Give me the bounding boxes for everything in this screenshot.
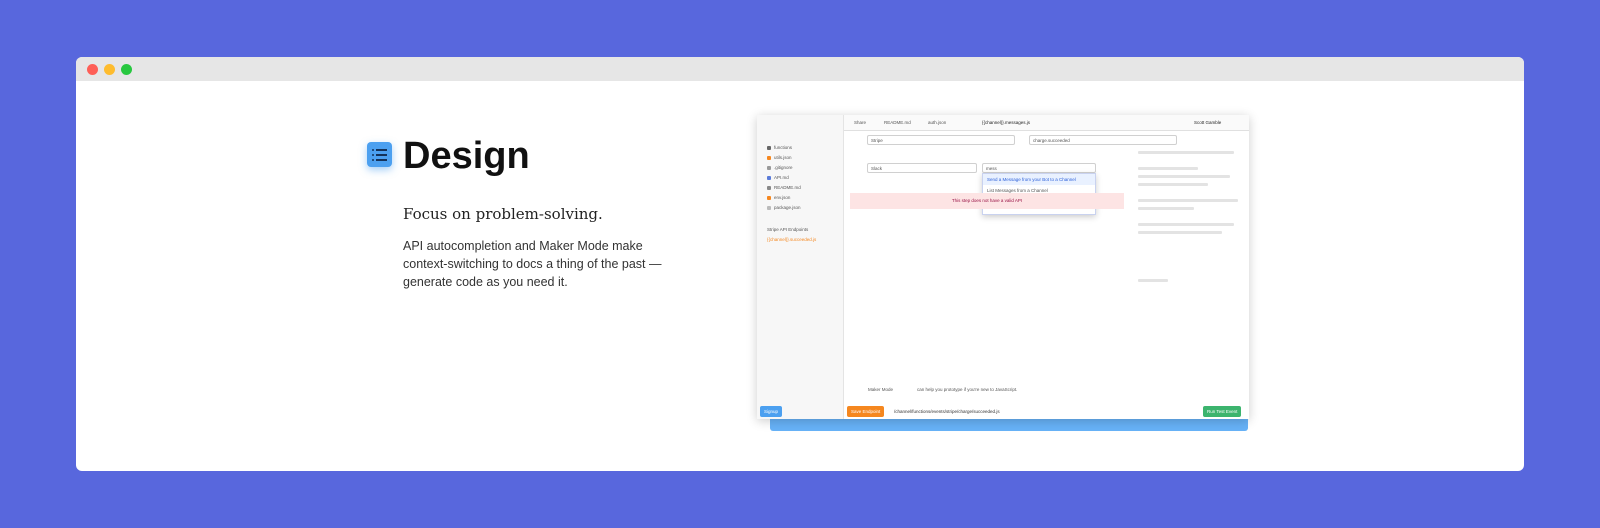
sidebar-section-label: Stripe API Endpoints xyxy=(767,227,809,232)
close-window-icon[interactable] xyxy=(87,63,98,75)
code-line xyxy=(1138,279,1168,282)
sidebar-item-label: functions xyxy=(774,145,793,150)
action-service-field[interactable]: Slack xyxy=(867,163,977,173)
endpoint-path: /channel/functions/events/stripe/charge/… xyxy=(894,409,1000,414)
share-button[interactable]: Share xyxy=(854,120,866,125)
sidebar-item[interactable]: package.json xyxy=(767,205,801,210)
code-line xyxy=(1138,175,1230,178)
code-line xyxy=(1138,167,1198,170)
editor-tabs: Share README.md auth.json {{channel}}.me… xyxy=(844,115,1249,131)
sidebar-item-label: README.md xyxy=(774,185,801,190)
run-test-event-button[interactable]: Run Test Event xyxy=(1203,406,1242,417)
code-line xyxy=(1138,223,1234,226)
maker-mode-toggle[interactable]: Maker Mode xyxy=(868,387,893,392)
sidebar-item[interactable]: .gitignore xyxy=(767,165,793,170)
list-icon xyxy=(367,142,392,167)
sidebar-item-label: package.json xyxy=(774,205,801,210)
tab-readme[interactable]: README.md xyxy=(884,120,911,125)
sidebar-item[interactable]: functions xyxy=(767,145,792,150)
action-search-input[interactable]: mess xyxy=(982,163,1096,173)
sidebar-section[interactable]: Stripe API Endpoints xyxy=(767,227,808,232)
trigger-event-field[interactable]: charge.succeeded xyxy=(1029,135,1177,145)
signup-button[interactable]: Signup xyxy=(760,406,783,417)
sidebar-item-label: {{channel}}.succeeded.js xyxy=(767,237,817,242)
sidebar-item-label: utils.json xyxy=(774,155,792,160)
product-screenshot: functions utils.json .gitignore API.md R… xyxy=(757,115,1249,419)
maker-mode-prompt: can help you prototype if you're new to … xyxy=(917,387,1018,392)
browser-window: Design Focus on problem-solving. API aut… xyxy=(76,57,1524,471)
dropdown-item[interactable]: Send a Message from your Bot to a Channe… xyxy=(983,174,1095,185)
sidebar-item[interactable]: env.json xyxy=(767,195,790,200)
sidebar-item[interactable]: API.md xyxy=(767,175,789,180)
tab-active[interactable]: {{channel}}.messages.js xyxy=(982,120,1030,125)
code-line xyxy=(1138,207,1194,210)
minimize-window-icon[interactable] xyxy=(104,63,115,75)
maximize-window-icon[interactable] xyxy=(121,63,132,75)
file-sidebar: functions utils.json .gitignore API.md R… xyxy=(757,115,844,419)
error-banner: This step does not have a valid API xyxy=(850,193,1124,209)
window-titlebar xyxy=(76,57,1524,81)
trigger-service-field[interactable]: Stripe xyxy=(867,135,1015,145)
save-endpoint-button[interactable]: Save Endpoint xyxy=(847,406,885,417)
feature-description: API autocompletion and Maker Mode make c… xyxy=(403,239,662,289)
code-line xyxy=(1138,231,1222,234)
feature-title: Design xyxy=(403,135,530,177)
tab-auth[interactable]: auth.json xyxy=(928,120,946,125)
sidebar-item[interactable]: utils.json xyxy=(767,155,792,160)
sidebar-item-label: .gitignore xyxy=(774,165,793,170)
user-name: Scott Gamble xyxy=(1194,120,1222,125)
code-line xyxy=(1138,183,1208,186)
sidebar-item-label: env.json xyxy=(774,195,791,200)
maker-mode-label: Maker Mode xyxy=(868,387,894,392)
sidebar-item[interactable]: README.md xyxy=(767,185,801,190)
code-line xyxy=(1138,151,1234,154)
feature-subtitle: Focus on problem-solving. xyxy=(403,205,603,223)
sidebar-item-active[interactable]: {{channel}}.succeeded.js xyxy=(767,237,816,242)
sidebar-item-label: API.md xyxy=(774,175,789,180)
code-line xyxy=(1138,199,1238,202)
